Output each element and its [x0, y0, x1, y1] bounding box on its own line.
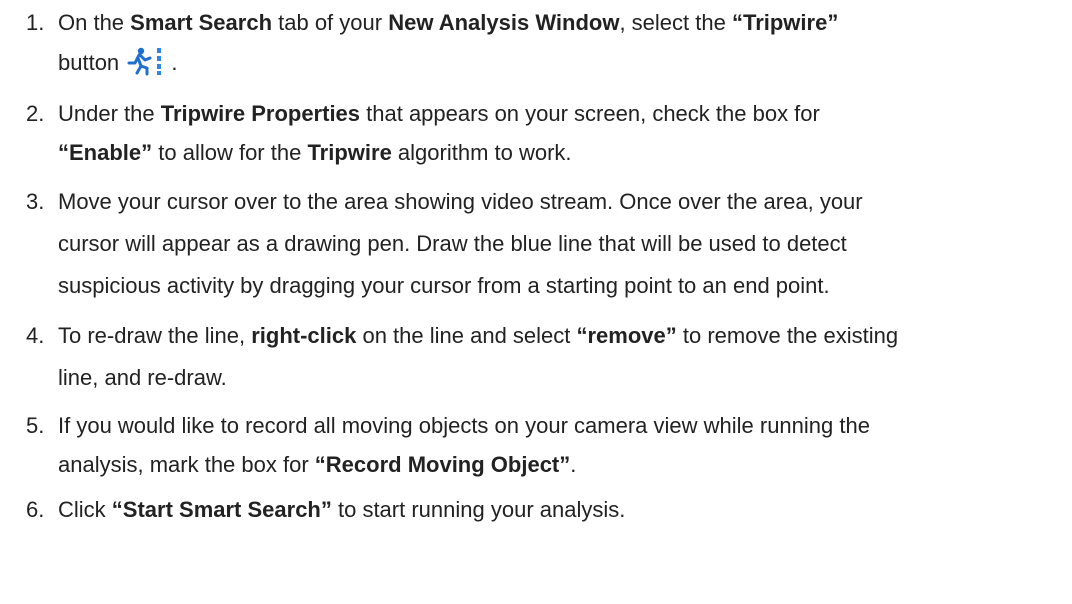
text: On the [58, 10, 131, 35]
step-3-line-2: cursor will appear as a drawing pen. Dra… [58, 231, 847, 256]
step-4-line-1: To re-draw the line, right-click on the … [58, 323, 898, 349]
step-number: 2. [26, 101, 45, 126]
step-3-line-3: suspicious activity by dragging your cur… [58, 273, 830, 298]
text: Click [58, 497, 112, 522]
text: , select the [619, 10, 732, 35]
bold-term: right-click [251, 323, 357, 348]
step-2-line-1: Under the Tripwire Properties that appea… [58, 101, 820, 127]
text: algorithm to work. [391, 140, 572, 165]
text: Under the [58, 101, 161, 126]
bold-term: “Tripwire” [731, 10, 839, 35]
text: to allow for the [152, 140, 308, 165]
text: to start running your analysis. [331, 497, 626, 522]
step-number: 6. [26, 497, 45, 522]
step-number: 4. [26, 323, 45, 348]
text: tab of your [272, 10, 389, 35]
step-5-line-2: analysis, mark the box for “Record Movin… [58, 452, 576, 478]
bold-term: New Analysis Window [388, 10, 620, 35]
text: to remove the existing [676, 323, 899, 348]
step-4-line-2: line, and re-draw. [58, 365, 227, 390]
bold-term: Smart Search [130, 10, 273, 35]
step-2-line-2: “Enable” to allow for the Tripwire algor… [58, 140, 572, 166]
text: To re-draw the line, [58, 323, 252, 348]
text: analysis, mark the box for [58, 452, 315, 477]
bold-term: “Start Smart Search” [111, 497, 332, 522]
step-number: 1. [26, 10, 45, 35]
step-3-line-1: Move your cursor over to the area showin… [58, 189, 863, 214]
bold-term: Tripwire Properties [160, 101, 361, 126]
text: . [570, 452, 577, 477]
text: on the line and select [356, 323, 577, 348]
step-1-line-2: button . [58, 47, 178, 76]
step-number: 5. [26, 413, 45, 438]
text: button [58, 50, 126, 75]
step-number: 3. [26, 189, 45, 214]
bold-term: “remove” [576, 323, 677, 348]
text: that appears on your screen, check the b… [360, 101, 820, 126]
step-5-line-1: If you would like to record all moving o… [58, 413, 870, 438]
text: . [165, 50, 178, 75]
step-1-line-1: On the Smart Search tab of your New Anal… [58, 10, 838, 36]
bold-term: “Enable” [58, 140, 153, 165]
tripwire-running-person-icon [125, 46, 165, 76]
step-6-line-1: Click “Start Smart Search” to start runn… [58, 497, 625, 523]
bold-term: Tripwire [307, 140, 392, 165]
bold-term: “Record Moving Object” [314, 452, 571, 477]
